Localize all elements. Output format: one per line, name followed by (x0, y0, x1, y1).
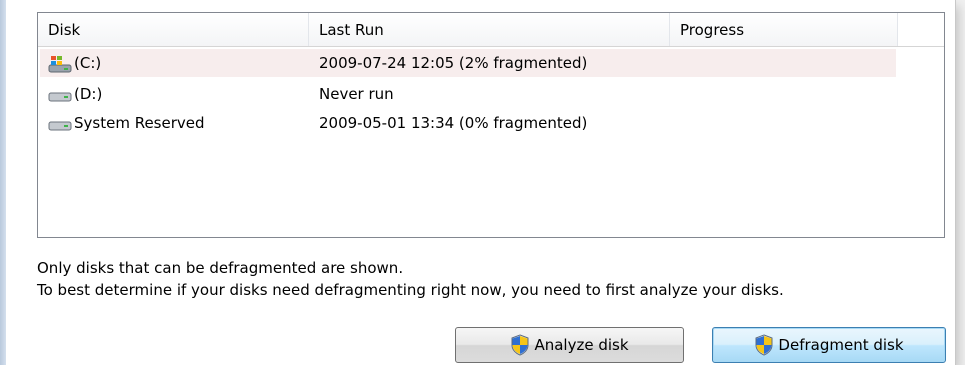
info-text-analyze-hint: To best determine if your disks need def… (37, 281, 784, 299)
column-header-last-run-label: Last Run (319, 21, 384, 39)
column-header-last-run[interactable]: Last Run (309, 13, 670, 47)
window-frame-left (0, 0, 6, 365)
disk-cell: (C:) (48, 49, 101, 77)
disk-row-system-reserved[interactable]: System Reserved 2009-05-01 13:34 (0% fra… (40, 109, 896, 137)
last-run-cell: 2009-05-01 13:34 (0% fragmented) (319, 114, 588, 132)
header-divider (38, 46, 944, 47)
last-run-cell: Never run (319, 85, 394, 103)
disk-cell: (D:) (48, 80, 102, 108)
uac-shield-icon (511, 334, 529, 356)
disk-name: (C:) (74, 54, 102, 72)
defragment-disk-button[interactable]: Defragment disk (712, 327, 946, 363)
column-header-disk[interactable]: Disk (38, 13, 309, 47)
column-header-disk-label: Disk (48, 21, 81, 39)
info-text-shown-disks: Only disks that can be defragmented are … (37, 259, 404, 277)
disk-row-d[interactable]: (D:) Never run (40, 80, 896, 108)
hard-drive-icon (48, 121, 72, 130)
defragment-disk-label: Defragment disk (778, 336, 904, 354)
uac-shield-icon (755, 334, 773, 356)
last-run-cell: 2009-07-24 12:05 (2% fragmented) (319, 54, 588, 72)
disk-list[interactable]: Disk Last Run Progress (C:) 2009-07-24 1… (37, 12, 945, 238)
analyze-disk-label: Analyze disk (534, 336, 629, 354)
hard-drive-icon (48, 92, 72, 101)
system-drive-icon (48, 55, 72, 72)
column-header-progress[interactable]: Progress (670, 13, 898, 47)
disk-row-c[interactable]: (C:) 2009-07-24 12:05 (2% fragmented) (40, 49, 896, 77)
column-header-progress-label: Progress (680, 21, 745, 39)
analyze-disk-button[interactable]: Analyze disk (455, 327, 684, 363)
disk-name: System Reserved (74, 114, 205, 132)
disk-name: (D:) (74, 85, 103, 103)
disk-cell: System Reserved (48, 109, 205, 137)
defragmenter-window: Disk Last Run Progress (C:) 2009-07-24 1… (0, 0, 955, 365)
